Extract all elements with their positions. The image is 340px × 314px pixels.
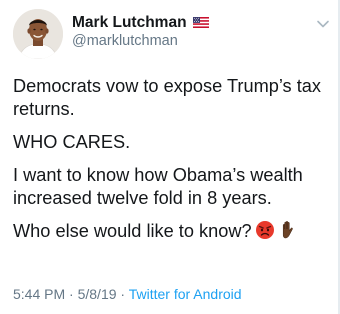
meta-separator: · (69, 286, 74, 302)
tweet-header: Mark Lutchman @marklutchman (72, 13, 209, 49)
us-flag-icon (192, 17, 209, 28)
tweet-paragraph: Democrats vow to expose Trump’s tax retu… (13, 76, 321, 119)
tweet-text: Democrats vow to expose Trump’s tax retu… (13, 75, 335, 243)
raised-hand-icon (282, 221, 293, 239)
tweet-paragraph: WHO CARES. (13, 132, 131, 152)
tweet-paragraph: Who else would like to know? (13, 221, 252, 241)
user-handle[interactable]: @marklutchman (72, 33, 209, 49)
avatar-photo (13, 9, 63, 59)
angry-face-icon (255, 221, 274, 239)
tweet-time[interactable]: 5:44 PM (13, 286, 65, 302)
tweet-paragraph: I want to know how Obama’s wealth increa… (13, 165, 303, 208)
display-name[interactable]: Mark Lutchman (72, 14, 187, 32)
tweet-paragraph-with-emoji: Who else would like to know? (13, 220, 335, 243)
tweet-source-link[interactable]: Twitter for Android (129, 286, 242, 302)
display-name-row: Mark Lutchman (72, 13, 209, 32)
meta-separator: · (120, 286, 126, 302)
tweet-metadata: 5:44 PM · 5/8/19 · Twitter for Android (13, 286, 242, 302)
tweet-card: Mark Lutchman @marklutchman Democrats vo… (0, 0, 340, 314)
chevron-down-icon[interactable] (316, 19, 330, 29)
tweet-date[interactable]: 5/8/19 (78, 286, 117, 302)
avatar[interactable] (13, 9, 63, 59)
